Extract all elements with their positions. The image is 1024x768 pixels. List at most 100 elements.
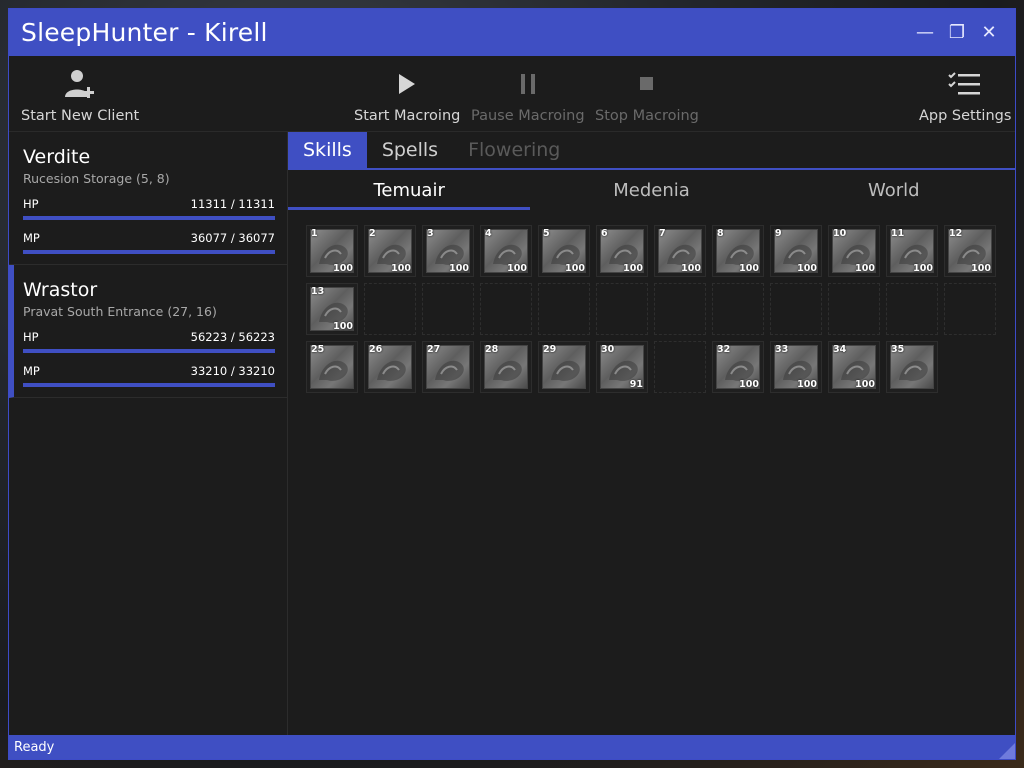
- tab-spells[interactable]: Spells: [367, 132, 453, 168]
- toolbar: Start New Client Start Macroing Pause Ma…: [9, 56, 1015, 132]
- skill-slot[interactable]: 28: [480, 341, 532, 393]
- skill-level: 100: [855, 379, 875, 390]
- skill-level: 100: [797, 263, 817, 274]
- client-name: Verdite: [23, 146, 91, 168]
- skill-slot[interactable]: 35: [886, 341, 938, 393]
- subtab-world[interactable]: World: [773, 170, 1015, 210]
- close-icon[interactable]: ✕: [973, 9, 1005, 56]
- tab-flowering[interactable]: Flowering: [453, 132, 575, 168]
- skill-slot[interactable]: 1 100: [306, 225, 358, 277]
- skill-slot[interactable]: 26: [364, 341, 416, 393]
- empty-skill-slot[interactable]: [480, 283, 532, 335]
- skill-slot-number: 32: [717, 344, 731, 355]
- skill-slot[interactable]: 11 100: [886, 225, 938, 277]
- minimize-icon[interactable]: —: [909, 9, 941, 56]
- mp-stat: MP 33210 / 33210: [23, 364, 275, 387]
- skill-slot[interactable]: 25: [306, 341, 358, 393]
- start-new-client-button[interactable]: Start New Client: [21, 56, 139, 132]
- skill-level: 100: [971, 263, 991, 274]
- content-area: Verdite Rucesion Storage (5, 8) HP 11311 …: [9, 132, 1015, 735]
- empty-skill-slot[interactable]: [770, 283, 822, 335]
- subtab-medenia[interactable]: Medenia: [530, 170, 772, 210]
- subtab-temuair[interactable]: Temuair: [288, 170, 531, 210]
- skill-slot[interactable]: 33 100: [770, 341, 822, 393]
- empty-skill-slot[interactable]: [654, 341, 706, 393]
- app-window: SleepHunter - Kirell — ❐ ✕ Start New Cli…: [8, 8, 1016, 760]
- resize-grip-icon[interactable]: [999, 743, 1015, 759]
- empty-skill-slot[interactable]: [828, 283, 880, 335]
- window-title: SleepHunter - Kirell: [21, 18, 268, 47]
- empty-skill-slot[interactable]: [654, 283, 706, 335]
- skill-level: 100: [797, 379, 817, 390]
- skill-slot[interactable]: 27: [422, 341, 474, 393]
- client-item[interactable]: Verdite Rucesion Storage (5, 8) HP 11311 …: [9, 132, 287, 265]
- skill-slot[interactable]: 3 100: [422, 225, 474, 277]
- skill-slot-number: 26: [369, 344, 383, 355]
- add-user-icon: [63, 66, 97, 102]
- empty-skill-slot[interactable]: [712, 283, 764, 335]
- skill-level: 100: [739, 263, 759, 274]
- stop-icon: [639, 66, 655, 102]
- skill-slot-number: 3: [427, 228, 434, 239]
- skill-slot[interactable]: 12 100: [944, 225, 996, 277]
- skill-slot-number: 10: [833, 228, 847, 239]
- pause-macroing-button[interactable]: Pause Macroing: [471, 56, 585, 132]
- empty-skill-slot[interactable]: [538, 283, 590, 335]
- empty-skill-slot[interactable]: [422, 283, 474, 335]
- empty-skill-slot[interactable]: [364, 283, 416, 335]
- skill-slot-number: 35: [891, 344, 905, 355]
- tab-bar: Skills Spells Flowering: [288, 132, 1015, 170]
- skill-slot[interactable]: 29: [538, 341, 590, 393]
- skill-slot-number: 34: [833, 344, 847, 355]
- skill-level: 100: [913, 263, 933, 274]
- skill-slot-number: 5: [543, 228, 550, 239]
- skill-slot-number: 8: [717, 228, 724, 239]
- pause-macroing-label: Pause Macroing: [471, 108, 585, 124]
- skill-slot[interactable]: 5 100: [538, 225, 590, 277]
- skill-level: 100: [333, 263, 353, 274]
- mp-bar-fill: [23, 383, 275, 387]
- main-panel: Skills Spells Flowering Temuair Medenia …: [288, 132, 1015, 735]
- skill-level: 100: [681, 263, 701, 274]
- client-item-selected[interactable]: Wrastor Pravat South Entrance (27, 16) H…: [9, 265, 287, 398]
- mp-label: MP: [23, 364, 40, 378]
- hp-stat: HP 11311 / 11311: [23, 197, 275, 220]
- skill-slot[interactable]: 4 100: [480, 225, 532, 277]
- status-bar: Ready: [9, 735, 1015, 759]
- skill-slot-number: 29: [543, 344, 557, 355]
- skill-slot[interactable]: 7 100: [654, 225, 706, 277]
- skill-level: 100: [565, 263, 585, 274]
- skill-slot[interactable]: 9 100: [770, 225, 822, 277]
- mp-value: 36077 / 36077: [190, 231, 275, 245]
- skill-slot-number: 2: [369, 228, 376, 239]
- skill-slot[interactable]: 6 100: [596, 225, 648, 277]
- client-location: Rucesion Storage (5, 8): [23, 171, 170, 186]
- skill-level: 91: [629, 379, 643, 390]
- skill-slot[interactable]: 32 100: [712, 341, 764, 393]
- start-macroing-button[interactable]: Start Macroing: [354, 56, 460, 132]
- skill-slot[interactable]: 2 100: [364, 225, 416, 277]
- hp-label: HP: [23, 197, 39, 211]
- skill-slot-number: 28: [485, 344, 499, 355]
- skill-slot[interactable]: 10 100: [828, 225, 880, 277]
- mp-value: 33210 / 33210: [190, 364, 275, 378]
- app-settings-button[interactable]: App Settings: [919, 56, 1011, 132]
- skill-slot[interactable]: 30 91: [596, 341, 648, 393]
- hp-label: HP: [23, 330, 39, 344]
- maximize-icon[interactable]: ❐: [941, 9, 973, 56]
- hp-bar-fill: [23, 216, 275, 220]
- skill-slot[interactable]: 34 100: [828, 341, 880, 393]
- skill-slot[interactable]: 8 100: [712, 225, 764, 277]
- empty-skill-slot[interactable]: [596, 283, 648, 335]
- skill-slot-number: 12: [949, 228, 963, 239]
- skill-level: 100: [449, 263, 469, 274]
- title-bar[interactable]: SleepHunter - Kirell — ❐ ✕: [9, 9, 1015, 56]
- empty-skill-slot[interactable]: [944, 283, 996, 335]
- mp-label: MP: [23, 231, 40, 245]
- empty-skill-slot[interactable]: [886, 283, 938, 335]
- client-name: Wrastor: [23, 279, 98, 301]
- stop-macroing-button[interactable]: Stop Macroing: [595, 56, 699, 132]
- hp-bar: [23, 216, 275, 220]
- skill-slot[interactable]: 13 100: [306, 283, 358, 335]
- tab-skills[interactable]: Skills: [288, 132, 367, 168]
